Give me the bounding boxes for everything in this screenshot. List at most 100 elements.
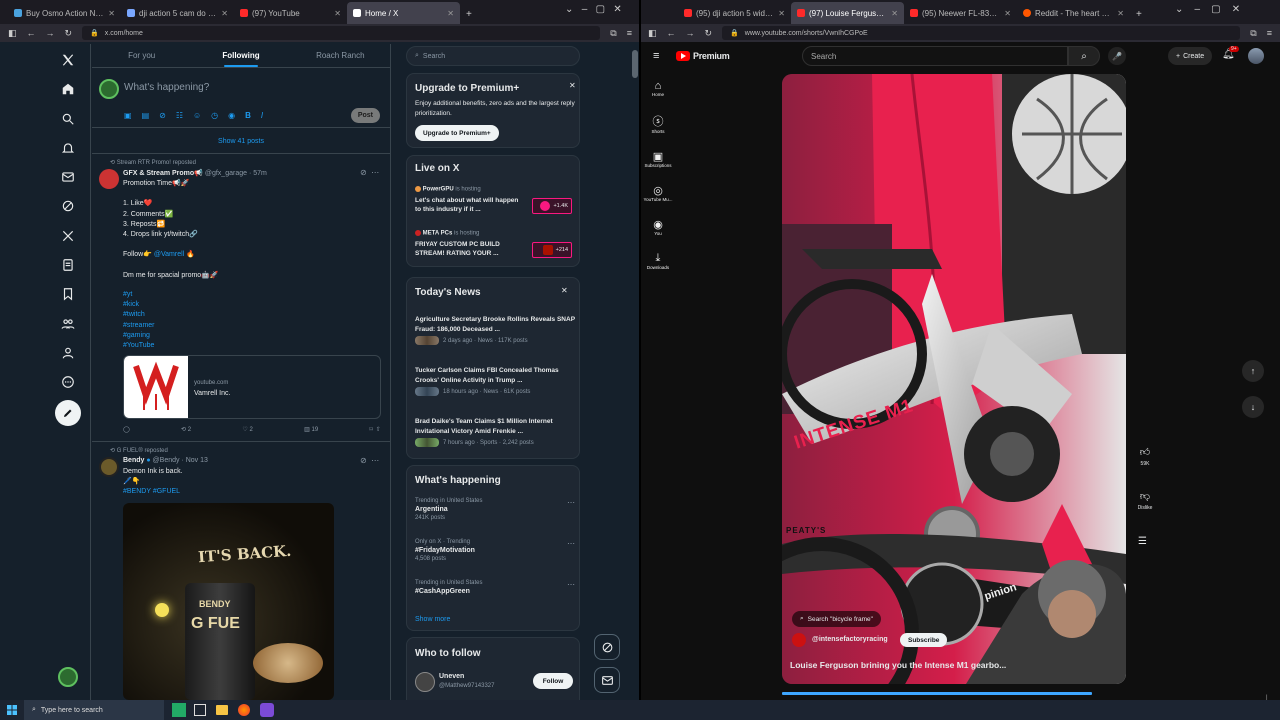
link-card[interactable]: youtube.com Vamrell Inc. [123, 355, 381, 419]
bookmark-icon[interactable]: ⌑ ⇧ [370, 426, 381, 433]
back-icon[interactable]: ← [27, 28, 36, 38]
extensions-icon[interactable]: ⧉ [610, 28, 616, 39]
like-button[interactable]: ♡ 2 [242, 426, 252, 433]
hamburger-menu-icon[interactable]: ≡ [653, 50, 659, 62]
new-tab-button[interactable]: + [1130, 9, 1148, 24]
channel-name[interactable]: @intensefactoryracing [812, 636, 888, 643]
live-item[interactable]: META PCs is hosting FRIYAY CUSTOM PC BUI… [415, 230, 575, 266]
browser-tab[interactable]: Buy Osmo Action ND Filter Set✕ [8, 2, 121, 24]
compose-input[interactable]: What's happening? [124, 82, 209, 93]
avatar[interactable] [415, 672, 435, 692]
show-more-link[interactable]: Show more [415, 616, 450, 623]
hashtag-link[interactable]: #gaming [123, 331, 155, 341]
tweet[interactable]: ⟲ G FUEL® reposted Bendy ● @Bendy · Nov … [92, 443, 390, 700]
schedule-icon[interactable]: ◷ [211, 111, 218, 120]
communities-icon[interactable] [56, 312, 80, 336]
avatar[interactable] [99, 169, 119, 189]
create-button[interactable]: + Create [1168, 47, 1213, 65]
browser-tab[interactable]: (95) Neewer FL-830 185° FOV (✕ [904, 2, 1017, 24]
media-icon[interactable]: ▣ [124, 111, 132, 120]
task-view-icon[interactable] [194, 704, 206, 716]
firefox-icon[interactable] [238, 704, 250, 716]
yt-avatar[interactable] [1248, 48, 1264, 64]
news-item[interactable]: Brad Daike's Team Claims $1 Million Inte… [415, 417, 575, 447]
tab-following[interactable]: Following [191, 44, 290, 67]
sidebar-toggle-icon[interactable]: ◧ [8, 28, 17, 39]
author-name[interactable]: Bendy [123, 457, 144, 464]
italic-icon[interactable]: I [261, 111, 263, 120]
browser-tab-active[interactable]: Home / X ✕ [347, 2, 460, 24]
url-field[interactable]: 🔒 www.youtube.com/shorts/VwnIhCGPoE [722, 26, 1241, 40]
search-icon[interactable]: ⌕ [1068, 46, 1100, 66]
hashtag-link[interactable]: #yt [123, 290, 155, 300]
browser-tab[interactable]: (95) dji action 5 wide lens - You✕ [678, 2, 791, 24]
hashtag-link[interactable]: #kick [123, 300, 155, 310]
trend-more-icon[interactable]: ⋯ [567, 539, 575, 548]
taskbar-search[interactable]: ⌕ Type here to search [24, 700, 164, 720]
bookmarks-icon[interactable] [56, 282, 80, 306]
tweet-media[interactable]: IT'S BACK. BENDY G FUE [123, 503, 334, 700]
back-icon[interactable]: ← [667, 28, 676, 38]
tweet-more-icon[interactable]: ⊘ ⋯ [360, 456, 379, 465]
grok-icon[interactable]: ⊘ [159, 111, 166, 120]
explore-icon[interactable] [56, 107, 80, 131]
premium-x-icon[interactable] [56, 224, 80, 248]
sidebar-item-youtube-music[interactable]: ◎ YouTube Mu... [644, 184, 673, 202]
more-icon[interactable] [56, 370, 80, 394]
news-item[interactable]: Tucker Carlson Claims FBI Concealed Thom… [415, 366, 575, 396]
gif-icon[interactable]: ▤ [142, 111, 150, 120]
hashtag-link[interactable]: #YouTube [123, 341, 155, 351]
browser-tab[interactable]: dji action 5 cam do you need n✕ [121, 2, 234, 24]
new-tab-button[interactable]: + [460, 9, 478, 24]
comments-icon[interactable]: ☰ [1138, 536, 1147, 547]
reload-icon[interactable]: ↻ [705, 28, 713, 39]
scrollbar-thumb[interactable] [632, 50, 638, 78]
tweet-more-icon[interactable]: ⊘ ⋯ [360, 168, 379, 177]
sidebar-item-subscriptions[interactable]: ▣ Subscriptions [644, 150, 671, 168]
menu-icon[interactable]: ≡ [1267, 28, 1272, 38]
suggested-name[interactable]: Uneven [439, 673, 464, 680]
account-avatar[interactable] [58, 667, 78, 687]
poll-icon[interactable]: ☷ [176, 111, 183, 120]
browser-tab-active[interactable]: (97) Louise Ferguson brinin✕ [791, 2, 904, 24]
profile-icon[interactable] [56, 341, 80, 365]
file-explorer-icon[interactable] [216, 705, 228, 715]
trend-item[interactable]: Only on X · Trending #FridayMotivation 4,5… [415, 539, 575, 562]
tweet[interactable]: ⟲ Stream RTR Promo! reposted GFX & Strea… [92, 155, 390, 442]
repost-button[interactable]: ⟲ 2 [181, 426, 191, 433]
hashtag-link[interactable]: #twitch [123, 310, 155, 320]
browser-tab[interactable]: Reddit - The heart of the intern✕ [1017, 2, 1130, 24]
app-icon[interactable] [260, 703, 274, 717]
trend-item[interactable]: Trending in United States Argentina 241K p… [415, 498, 575, 521]
video-title[interactable]: Louise Ferguson brining you the Intense … [790, 660, 1006, 670]
sidebar-item-downloads[interactable]: ⤓ Downloads [647, 252, 669, 270]
extensions-icon[interactable]: ⧉ [1250, 28, 1256, 39]
youtube-logo[interactable]: Premium [676, 51, 730, 61]
views-count[interactable]: ▥ 19 [304, 426, 318, 433]
emoji-icon[interactable]: ☺ [193, 111, 201, 120]
window-controls[interactable]: ⌄ – ▢ ✕ [565, 4, 622, 15]
tab-roach-ranch[interactable]: Roach Ranch [291, 44, 390, 67]
trend-item[interactable]: Trending in United States #CashAppGreen ⋯ [415, 580, 575, 597]
upgrade-premium-button[interactable]: Upgrade to Premium+ [415, 125, 499, 141]
task-view-icon[interactable] [172, 703, 186, 717]
url-field[interactable]: 🔒 x.com/home [82, 26, 601, 40]
x-logo-icon[interactable] [56, 48, 80, 72]
tab-for-you[interactable]: For you [92, 44, 191, 67]
post-button[interactable]: Post [350, 108, 380, 123]
start-button[interactable] [0, 705, 24, 715]
dislike-button[interactable]: 👎︎ Dislike [1133, 490, 1157, 511]
news-item[interactable]: Agriculture Secretary Brooke Rollins Rev… [415, 315, 575, 345]
author-handle[interactable]: @Bendy · Nov 13 [153, 457, 208, 464]
show-posts-link[interactable]: Show 41 posts [92, 130, 390, 154]
progress-bar[interactable] [782, 692, 1092, 695]
follow-button[interactable]: Follow [533, 673, 573, 689]
notifications-icon[interactable] [56, 136, 80, 160]
reload-icon[interactable]: ↻ [65, 28, 73, 39]
previous-short-button[interactable]: ↑ [1242, 360, 1264, 382]
sidebar-toggle-icon[interactable]: ◧ [648, 28, 657, 39]
reply-icon[interactable]: ◯ [123, 426, 130, 433]
x-search-input[interactable]: ⌕ Search [406, 46, 580, 66]
forward-icon[interactable]: → [46, 28, 55, 38]
compose-post-button[interactable] [55, 399, 81, 426]
